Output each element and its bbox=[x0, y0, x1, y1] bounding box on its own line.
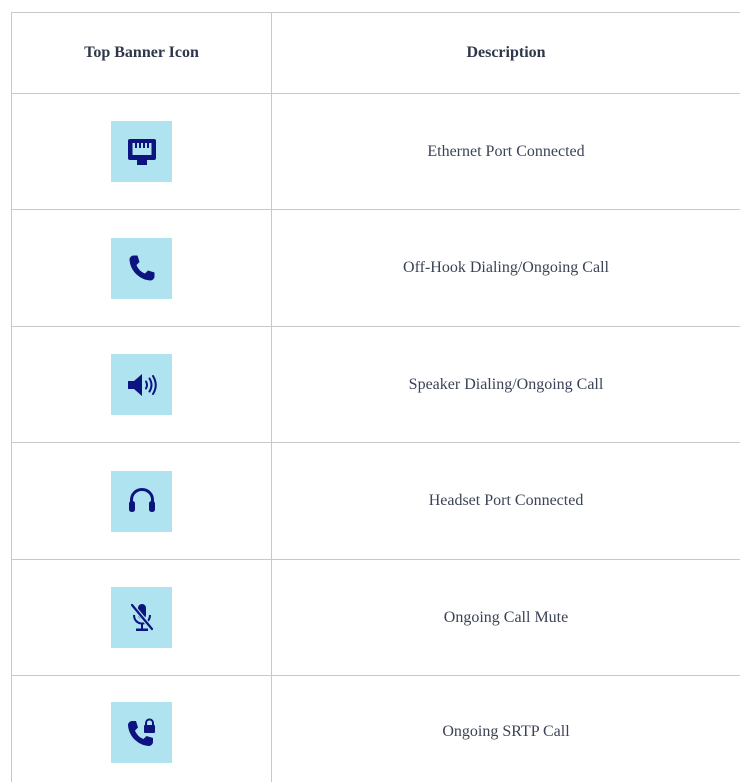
icon-description-table: Top Banner Icon Description Ethernet Por… bbox=[11, 12, 740, 782]
table-row: Ongoing Call Mute bbox=[12, 560, 740, 676]
icon-box bbox=[111, 121, 172, 182]
description-text: Headset Port Connected bbox=[428, 492, 584, 509]
table-row: Speaker Dialing/Ongoing Call bbox=[12, 327, 740, 443]
header-description: Description bbox=[466, 44, 546, 61]
icon-cell bbox=[12, 676, 271, 783]
icon-box bbox=[111, 237, 172, 299]
header-cell-icon: Top Banner Icon bbox=[12, 13, 271, 93]
microphone-muted-icon bbox=[129, 603, 154, 631]
icon-cell bbox=[12, 94, 271, 209]
table-header-row: Top Banner Icon Description bbox=[12, 13, 740, 94]
icon-cell bbox=[12, 443, 271, 559]
description-cell: Ethernet Port Connected bbox=[272, 94, 740, 209]
table-row: Headset Port Connected bbox=[12, 443, 740, 560]
description-cell: Speaker Dialing/Ongoing Call bbox=[272, 327, 740, 442]
icon-box bbox=[111, 702, 172, 763]
icon-box bbox=[111, 354, 172, 415]
description-text: Off-Hook Dialing/Ongoing Call bbox=[403, 259, 609, 276]
icon-box bbox=[111, 470, 172, 532]
speaker-volume-icon bbox=[127, 373, 157, 396]
description-text: Ethernet Port Connected bbox=[427, 142, 585, 160]
headset-icon bbox=[128, 487, 155, 512]
icon-cell bbox=[12, 210, 271, 326]
ethernet-port-icon bbox=[127, 138, 156, 165]
description-cell: Ongoing SRTP Call bbox=[272, 676, 740, 783]
icon-cell bbox=[12, 327, 271, 442]
description-text: Speaker Dialing/Ongoing Call bbox=[408, 375, 604, 393]
icon-box bbox=[111, 587, 172, 648]
icon-cell bbox=[12, 560, 271, 675]
phone-handset-icon bbox=[129, 255, 154, 281]
table-row: Ethernet Port Connected bbox=[12, 94, 740, 210]
description-cell: Ongoing Call Mute bbox=[272, 560, 740, 675]
description-text: Ongoing Call Mute bbox=[443, 608, 569, 626]
header-top-banner-icon: Top Banner Icon bbox=[84, 44, 199, 61]
table-row: Ongoing SRTP Call bbox=[12, 676, 740, 783]
header-cell-description: Description bbox=[272, 13, 740, 93]
description-cell: Off-Hook Dialing/Ongoing Call bbox=[272, 210, 740, 326]
description-text: Ongoing SRTP Call bbox=[442, 723, 570, 740]
phone-lock-icon bbox=[127, 717, 155, 746]
description-cell: Headset Port Connected bbox=[272, 443, 740, 559]
table-row: Off-Hook Dialing/Ongoing Call bbox=[12, 210, 740, 327]
